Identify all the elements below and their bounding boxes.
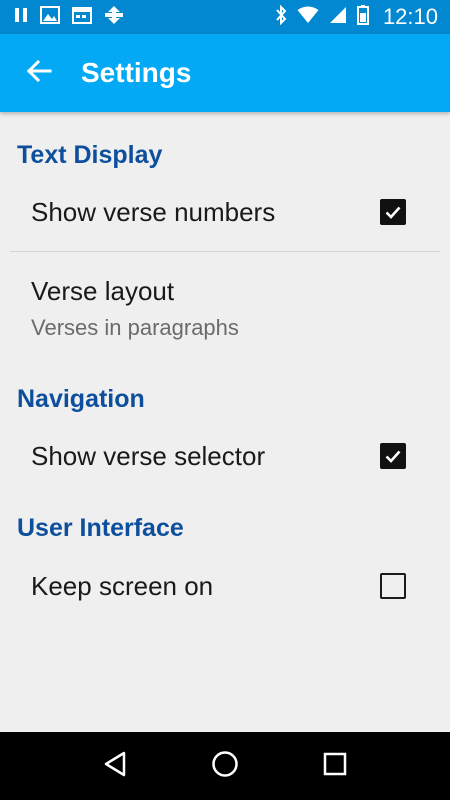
pause-icon bbox=[14, 7, 28, 28]
nav-back-button[interactable] bbox=[93, 744, 137, 788]
pref-verse-layout[interactable]: Verse layout Verses in paragraphs bbox=[0, 262, 450, 352]
pref-show-verse-selector[interactable]: Show verse selector bbox=[0, 426, 450, 496]
show-verse-selector-checkbox[interactable] bbox=[380, 443, 406, 469]
wifi-icon bbox=[297, 6, 319, 29]
status-left-icons bbox=[14, 5, 124, 30]
status-time: 12:10 bbox=[382, 4, 438, 29]
page-title: Settings bbox=[81, 57, 192, 88]
section-header-navigation: Navigation bbox=[17, 385, 145, 413]
section-header-text-display: Text Display bbox=[17, 141, 163, 169]
arrow-back-icon bbox=[26, 59, 52, 88]
recents-square-icon bbox=[323, 752, 347, 781]
status-bar: 12:10 bbox=[0, 0, 450, 34]
pref-title: Verse layout bbox=[31, 276, 175, 306]
pref-title: Keep screen on bbox=[31, 571, 214, 601]
pref-title: Show verse selector bbox=[31, 441, 266, 471]
app-bar: Settings bbox=[0, 34, 450, 112]
nav-home-button[interactable] bbox=[203, 744, 247, 788]
show-verse-numbers-checkbox[interactable] bbox=[380, 199, 406, 225]
back-triangle-icon bbox=[102, 750, 128, 783]
system-nav-bar bbox=[0, 732, 450, 800]
keep-screen-on-checkbox[interactable] bbox=[380, 573, 406, 599]
pref-summary: Verses in paragraphs bbox=[31, 315, 239, 340]
check-icon bbox=[385, 450, 401, 463]
bluetooth-icon bbox=[275, 4, 287, 30]
pref-show-verse-numbers[interactable]: Show verse numbers bbox=[0, 182, 450, 252]
home-circle-icon bbox=[211, 750, 239, 783]
check-icon bbox=[385, 206, 401, 219]
calendar-icon bbox=[72, 6, 92, 29]
nav-recents-button[interactable] bbox=[313, 744, 357, 788]
settings-screen: 12:10 Settings Text Display Show verse n… bbox=[0, 0, 450, 800]
battery-icon bbox=[356, 4, 369, 30]
image-icon bbox=[40, 5, 60, 29]
pref-keep-screen-on[interactable]: Keep screen on bbox=[0, 556, 450, 626]
status-right-icons: 12:10 bbox=[275, 4, 438, 30]
back-button[interactable] bbox=[17, 51, 61, 95]
section-header-user-interface: User Interface bbox=[17, 514, 184, 542]
divider bbox=[10, 251, 440, 252]
signal-icon bbox=[329, 6, 347, 29]
pref-title: Show verse numbers bbox=[31, 197, 276, 227]
sync-icon bbox=[104, 5, 124, 30]
